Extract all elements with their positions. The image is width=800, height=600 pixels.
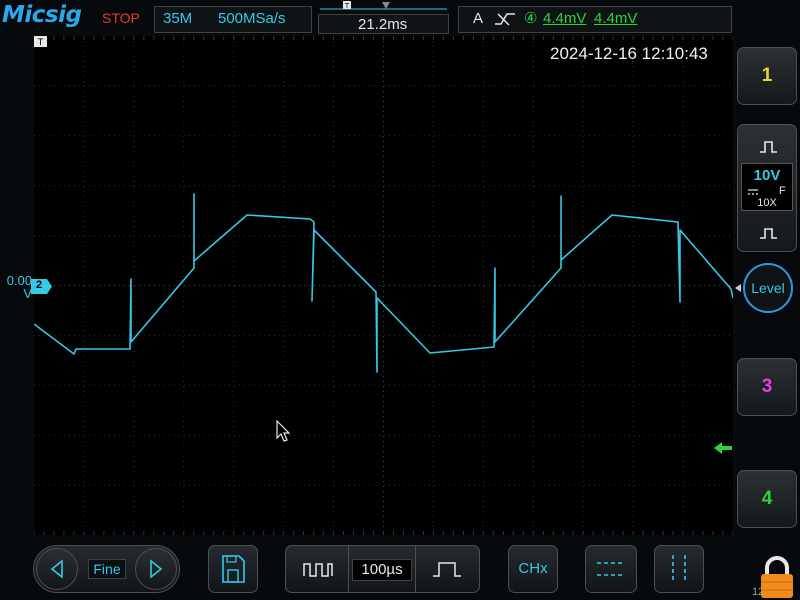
- timestamp: 2024-12-16 12:10:43: [550, 44, 708, 63]
- trigger-position-value: 21.2ms: [358, 16, 408, 33]
- scale-down-icon[interactable]: [738, 215, 798, 251]
- channel-4-label: 4: [761, 488, 773, 509]
- channel-2-offset-readout: 0.00 V: [4, 274, 32, 300]
- channel-1-button[interactable]: 1: [737, 47, 797, 105]
- horizontal-cursor-icon: [597, 562, 625, 576]
- trigger-level-marker[interactable]: [713, 440, 733, 456]
- sample-rate-label: 500MSa/s: [218, 10, 286, 27]
- prev-button[interactable]: [36, 548, 78, 590]
- vertical-cursor-icon: [672, 555, 686, 583]
- next-button[interactable]: [135, 548, 177, 590]
- channel-2-ground-marker[interactable]: 2: [31, 279, 53, 294]
- scale-up-icon[interactable]: [738, 127, 798, 163]
- trigger-source-channel: ④: [524, 10, 538, 27]
- divider: [348, 546, 349, 592]
- level-pointer-icon: [735, 284, 741, 292]
- fine-adjust-group: Fine: [33, 545, 180, 593]
- channel-3-button[interactable]: 3: [737, 358, 797, 416]
- channel-2-marker-label: 2: [36, 279, 43, 291]
- trigger-pos-icon: T: [343, 1, 351, 10]
- trigger-level-button[interactable]: Level: [743, 263, 793, 313]
- divider: [415, 546, 416, 592]
- trigger-level-1: 4.4mV: [543, 10, 587, 27]
- mouse-pointer-icon: [276, 420, 291, 442]
- level-label: Level: [751, 280, 785, 296]
- trigger-edge-icon: [495, 13, 515, 26]
- vertical-cursor-button[interactable]: [654, 545, 704, 593]
- channel-1-label: 1: [761, 65, 773, 86]
- next-arrow-icon: [150, 559, 163, 579]
- trigger-mode-label: A: [473, 10, 484, 27]
- channel-2-waveform: [34, 193, 733, 373]
- run-stop-status[interactable]: STOP: [102, 10, 140, 26]
- timebase-value: 100µs: [352, 559, 412, 581]
- trigger-point-marker: [382, 2, 390, 9]
- svg-text:T: T: [344, 2, 350, 10]
- channel-4-button[interactable]: 4: [737, 470, 797, 528]
- prev-arrow-icon: [50, 559, 63, 579]
- horizontal-cursor-button[interactable]: [585, 545, 637, 593]
- dc-coupling-icon: [748, 189, 758, 195]
- channel-2-scale-box: 10V F 10X: [741, 163, 793, 211]
- bandwidth-label: 35M: [163, 10, 193, 27]
- trigger-marker-icon: T: [34, 36, 47, 48]
- timebase-decrease-icon[interactable]: [288, 546, 348, 592]
- chx-button[interactable]: CHx: [508, 545, 558, 593]
- waveform-display[interactable]: T: [34, 36, 733, 535]
- fine-toggle[interactable]: Fine: [88, 559, 126, 579]
- channel-2-panel[interactable]: 10V F 10X: [737, 124, 797, 252]
- lock-icon[interactable]: [757, 555, 797, 600]
- svg-text:T: T: [37, 38, 44, 48]
- trigger-level-2: 4.4mV: [594, 10, 638, 27]
- channel-3-label: 3: [761, 376, 773, 397]
- save-button[interactable]: [208, 545, 258, 593]
- channel-2-volts-per-div: 10V: [753, 167, 781, 184]
- timebase-increase-icon[interactable]: [417, 546, 479, 592]
- timebase-group: 100µs: [285, 545, 480, 593]
- save-icon: [222, 555, 245, 583]
- channel-2-probe: 10X: [757, 197, 777, 209]
- channel-2-coupling: F: [779, 185, 786, 197]
- brand-logo: Micsig: [2, 2, 82, 28]
